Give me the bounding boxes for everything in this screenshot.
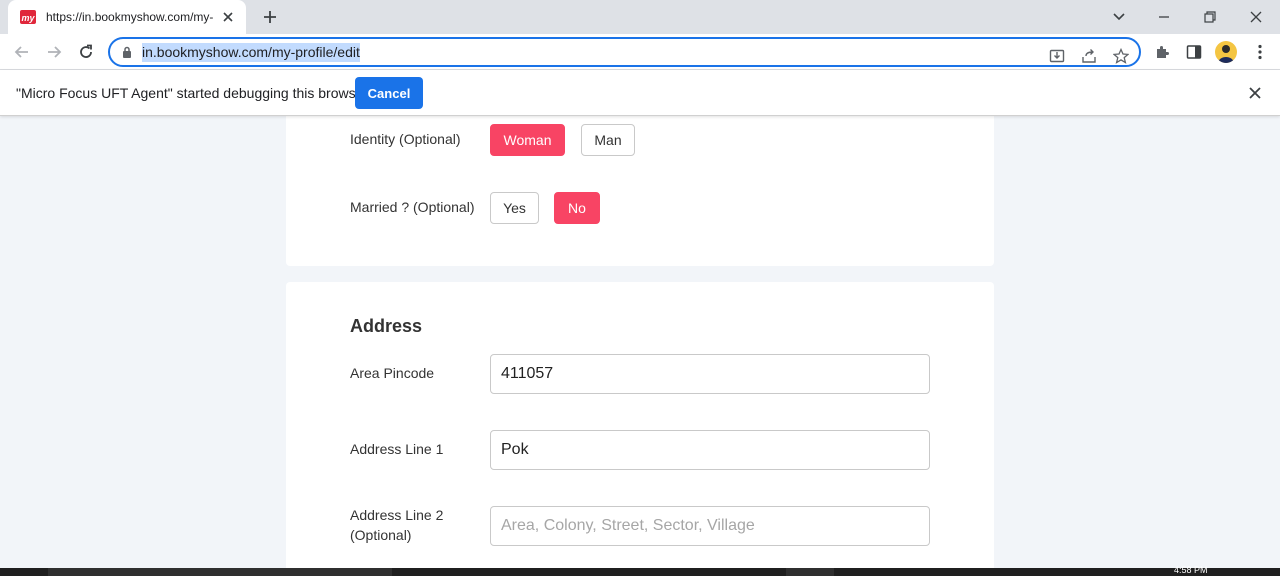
tab-search-chevron-icon[interactable] xyxy=(1107,5,1131,29)
forward-arrow-icon[interactable] xyxy=(43,41,65,63)
bookmark-star-icon[interactable] xyxy=(1112,47,1130,65)
debugging-infobar: "Micro Focus UFT Agent" started debuggin… xyxy=(0,70,1280,116)
infobar-cancel-button[interactable]: Cancel xyxy=(355,77,423,109)
area-pincode-label: Area Pincode xyxy=(350,365,435,381)
browser-tab[interactable]: my https://in.bookmyshow.com/my-profile/… xyxy=(8,0,246,34)
identity-man-button[interactable]: Man xyxy=(581,124,635,156)
personal-details-card: Identity (Optional) Woman Man Married ? … xyxy=(286,116,994,266)
address-section-title: Address xyxy=(350,316,423,336)
install-app-icon[interactable] xyxy=(1048,47,1066,65)
profile-avatar[interactable] xyxy=(1215,41,1237,63)
infobar-close-icon[interactable] xyxy=(1246,84,1264,102)
tab-close-icon[interactable] xyxy=(221,9,236,25)
tab-title: https://in.bookmyshow.com/my-profile/edi… xyxy=(46,10,213,24)
address-line1-label: Address Line 1 xyxy=(350,441,444,457)
lock-icon[interactable] xyxy=(120,45,134,59)
side-panel-icon[interactable] xyxy=(1184,42,1204,62)
minimize-icon[interactable] xyxy=(1152,5,1176,29)
share-icon[interactable] xyxy=(1080,47,1098,65)
tab-strip: my https://in.bookmyshow.com/my-profile/… xyxy=(0,0,1280,34)
browser-toolbar: in.bookmyshow.com/my-profile/edit xyxy=(0,34,1280,70)
taskbar-clock[interactable]: 4:58 PM xyxy=(1174,565,1208,575)
reload-icon[interactable] xyxy=(75,41,97,63)
address-card: Address Area Pincode Address Line 1 Addr… xyxy=(286,282,994,568)
married-label: Married ? (Optional) xyxy=(350,199,475,215)
os-taskbar: 4:58 PM xyxy=(0,565,1280,576)
taskbar-app-button[interactable] xyxy=(786,568,834,576)
extensions-puzzle-icon[interactable] xyxy=(1152,42,1172,62)
area-pincode-input[interactable] xyxy=(490,354,930,394)
taskbar-search-box[interactable] xyxy=(48,568,392,576)
identity-label: Identity (Optional) xyxy=(350,131,461,147)
married-no-button[interactable]: No xyxy=(554,192,600,224)
restore-icon[interactable] xyxy=(1198,5,1222,29)
close-window-icon[interactable] xyxy=(1244,5,1268,29)
svg-text:my: my xyxy=(21,13,35,23)
chrome-menu-icon[interactable] xyxy=(1250,42,1270,62)
bookmyshow-favicon-icon: my xyxy=(20,9,36,25)
married-yes-button[interactable]: Yes xyxy=(490,192,539,224)
address-line1-input[interactable] xyxy=(490,430,930,470)
address-line2-input[interactable] xyxy=(490,506,930,546)
new-tab-icon[interactable] xyxy=(260,7,280,27)
url-text[interactable]: in.bookmyshow.com/my-profile/edit xyxy=(142,42,360,62)
page-content: Identity (Optional) Woman Man Married ? … xyxy=(0,116,1280,568)
identity-woman-button[interactable]: Woman xyxy=(490,124,565,156)
infobar-message: "Micro Focus UFT Agent" started debuggin… xyxy=(16,85,369,101)
address-bar[interactable]: in.bookmyshow.com/my-profile/edit xyxy=(108,37,1141,67)
back-arrow-icon[interactable] xyxy=(11,41,33,63)
address-line2-label: Address Line 2 (Optional) xyxy=(350,507,444,543)
